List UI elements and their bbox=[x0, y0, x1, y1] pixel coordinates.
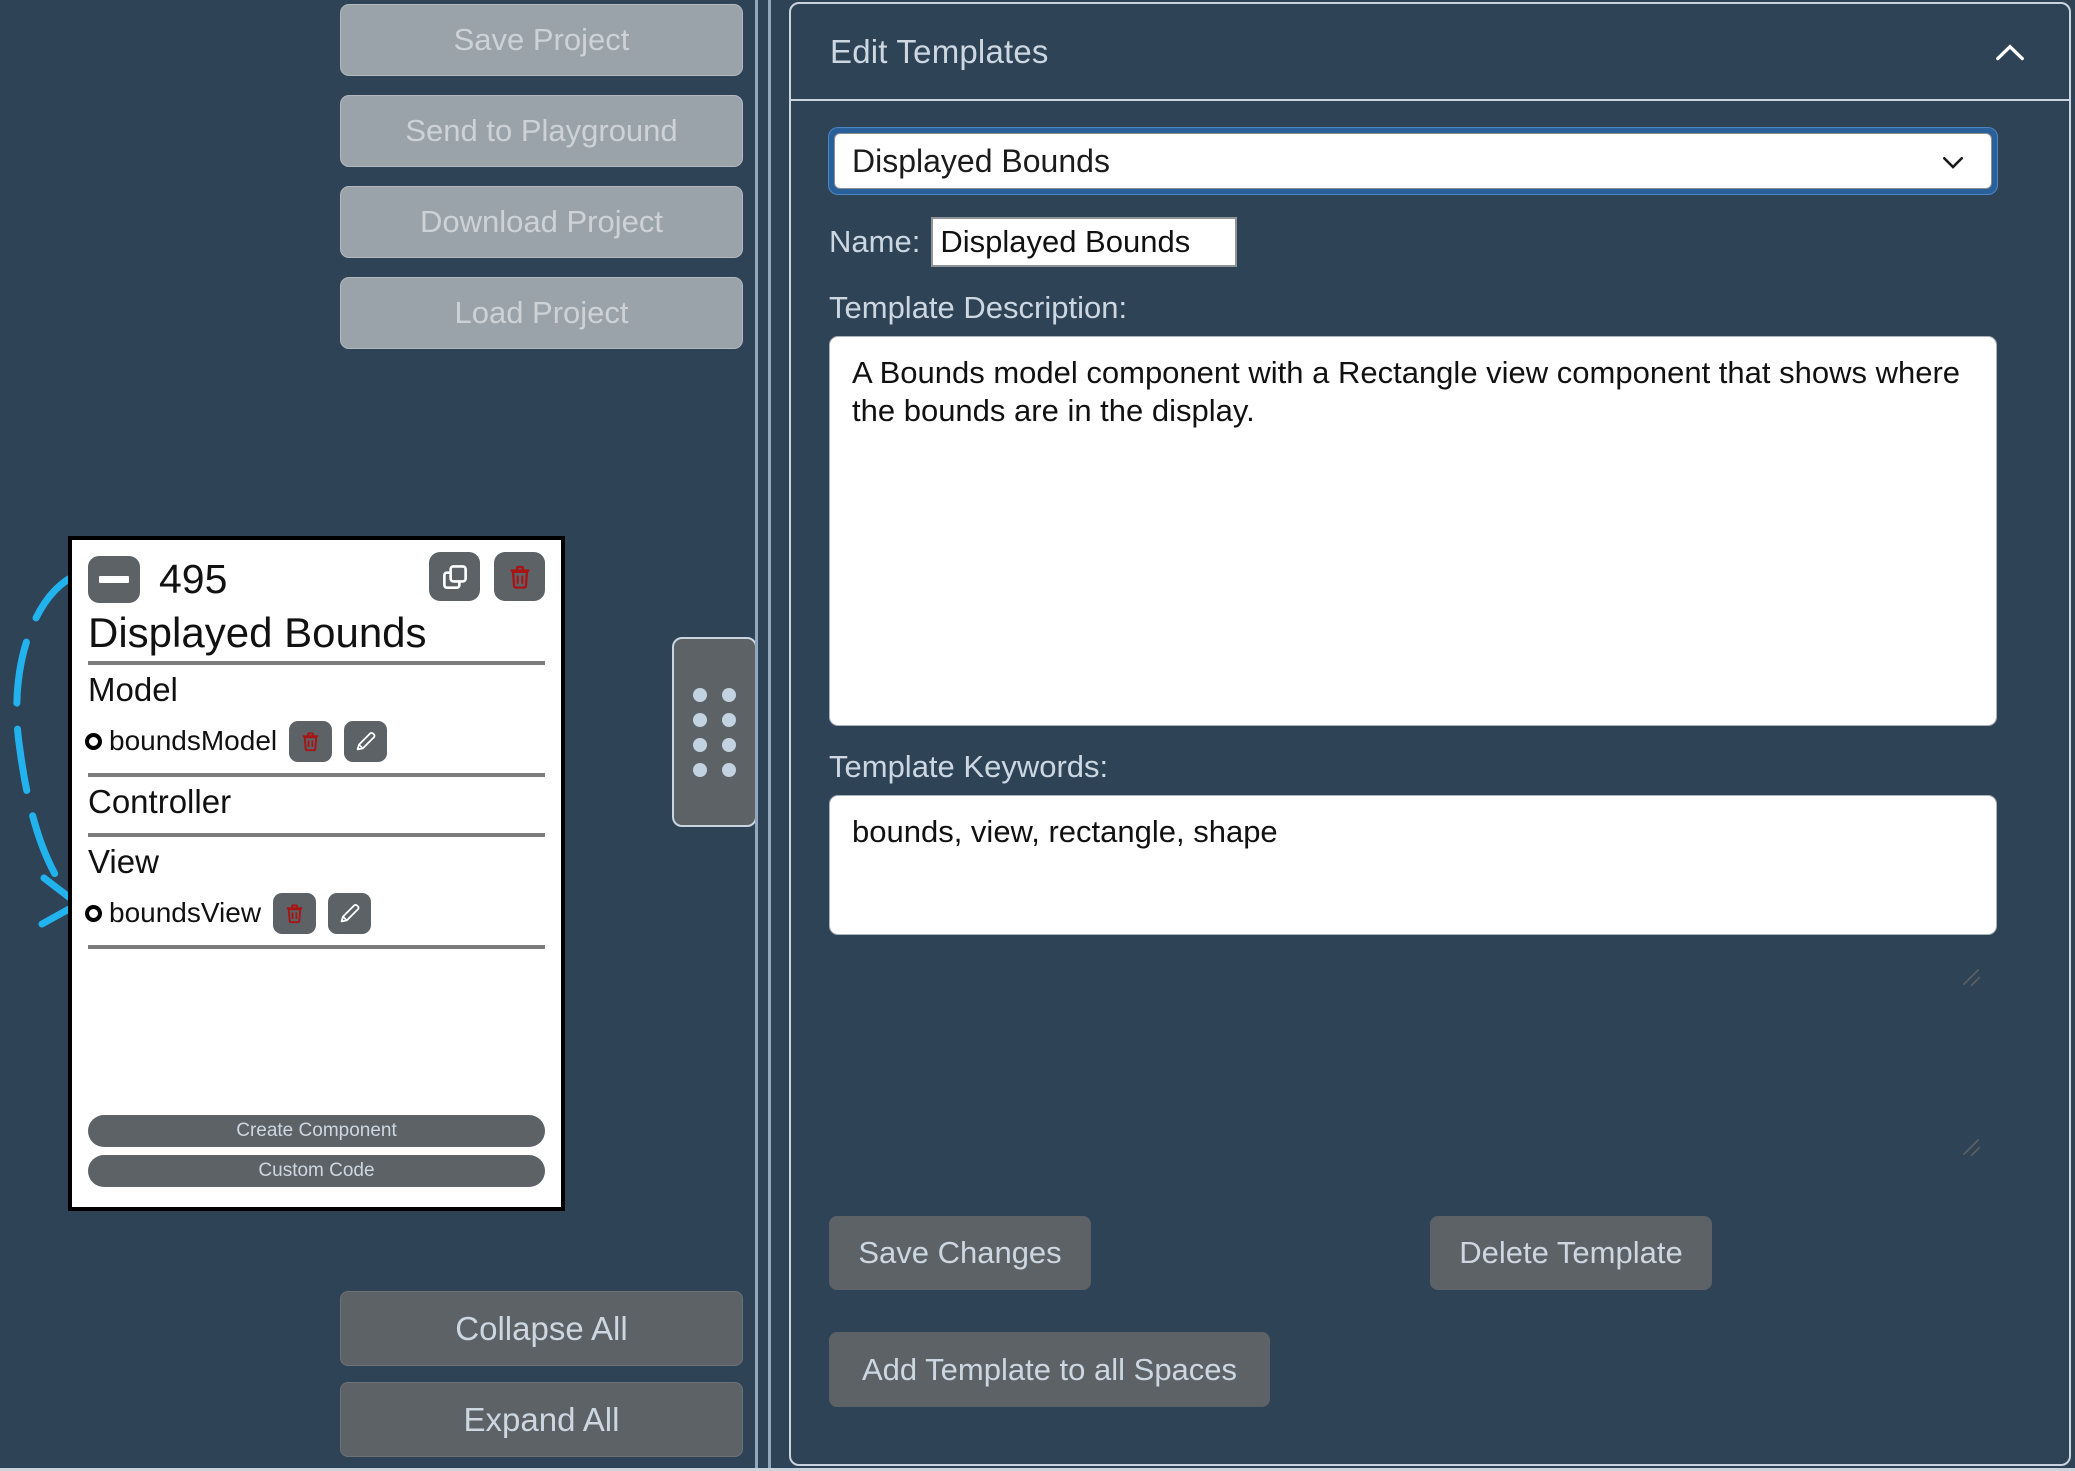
panel-resize-handle[interactable] bbox=[672, 637, 757, 827]
load-project-label: Load Project bbox=[454, 295, 629, 330]
panel-title: Edit Templates bbox=[830, 32, 1049, 70]
edit-templates-header[interactable]: Edit Templates bbox=[791, 4, 2069, 101]
send-to-playground-label: Send to Playground bbox=[405, 113, 678, 148]
download-project-button[interactable]: Download Project bbox=[340, 186, 743, 258]
chevron-up-icon[interactable] bbox=[1989, 32, 2031, 74]
minus-icon bbox=[99, 575, 129, 583]
minimize-button[interactable] bbox=[88, 555, 140, 603]
collapse-all-label: Collapse All bbox=[455, 1309, 628, 1347]
chevron-down-icon[interactable] bbox=[1937, 147, 1969, 177]
custom-code-label: Custom Code bbox=[258, 1160, 375, 1181]
delete-template-label: Delete Template bbox=[1459, 1235, 1683, 1270]
template-keywords-label: Template Keywords: bbox=[829, 749, 1109, 784]
panel-divider bbox=[768, 0, 771, 1471]
member-row-boundsmodel[interactable]: boundsModel bbox=[85, 715, 545, 767]
copy-icon bbox=[442, 564, 467, 589]
member-row-boundsview[interactable]: boundsView bbox=[85, 887, 545, 939]
delete-member-button-boundsmodel[interactable] bbox=[289, 720, 333, 762]
edit-member-button-boundsview[interactable] bbox=[328, 892, 372, 934]
load-project-button[interactable]: Load Project bbox=[340, 277, 743, 349]
collapse-all-button[interactable]: Collapse All bbox=[340, 1291, 743, 1366]
member-name-boundsmodel: boundsModel bbox=[109, 725, 278, 757]
port-handle-icon[interactable] bbox=[85, 732, 102, 750]
template-select[interactable]: Displayed Bounds bbox=[834, 133, 1992, 189]
card-bottom-buttons: Create Component Custom Code bbox=[88, 1115, 545, 1195]
send-to-playground-button[interactable]: Send to Playground bbox=[340, 95, 743, 167]
edit-member-button-boundsmodel[interactable] bbox=[344, 720, 388, 762]
card-header-actions bbox=[429, 552, 545, 601]
section-label-model: Model bbox=[88, 671, 178, 709]
section-label-view: View bbox=[88, 843, 159, 881]
download-project-label: Download Project bbox=[420, 204, 663, 239]
left-pane: Save Project Send to Playground Download… bbox=[0, 0, 762, 1471]
template-name-label: Name: bbox=[829, 224, 921, 259]
section-label-controller: Controller bbox=[88, 783, 232, 821]
add-template-to-all-spaces-button[interactable]: Add Template to all Spaces bbox=[829, 1332, 1270, 1407]
component-title: Displayed Bounds bbox=[88, 609, 427, 656]
template-select-wrapper[interactable]: Displayed Bounds bbox=[829, 128, 1997, 194]
delete-template-button[interactable]: Delete Template bbox=[1430, 1216, 1712, 1290]
grip-dots-icon bbox=[693, 687, 736, 777]
template-description-label: Template Description: bbox=[829, 290, 1128, 325]
custom-code-button[interactable]: Custom Code bbox=[88, 1155, 545, 1187]
save-project-label: Save Project bbox=[453, 22, 630, 57]
component-id: 495 bbox=[159, 555, 228, 602]
copy-button[interactable] bbox=[429, 552, 480, 601]
template-name-row: Name: bbox=[829, 217, 2031, 267]
edit-templates-body: Displayed Bounds Name: Template Descript… bbox=[791, 101, 2069, 1407]
save-project-button[interactable]: Save Project bbox=[340, 4, 743, 76]
template-name-input[interactable] bbox=[931, 217, 1238, 267]
save-changes-label: Save Changes bbox=[858, 1235, 1062, 1270]
expand-all-button[interactable]: Expand All bbox=[340, 1382, 743, 1457]
card-header: 495 bbox=[88, 550, 545, 608]
template-description-textarea[interactable] bbox=[829, 336, 1997, 726]
expand-all-label: Expand All bbox=[463, 1400, 620, 1438]
resize-grip-icon bbox=[1962, 1138, 1981, 1157]
pencil-icon bbox=[356, 732, 376, 751]
trash-icon bbox=[302, 732, 319, 752]
edit-templates-panel: Edit Templates Displayed Bounds Name: Te… bbox=[789, 2, 2071, 1466]
save-changes-button[interactable]: Save Changes bbox=[829, 1216, 1091, 1290]
port-handle-icon[interactable] bbox=[85, 904, 102, 922]
pencil-icon bbox=[340, 904, 359, 923]
panel-divider bbox=[755, 0, 758, 1471]
add-template-to-all-spaces-label: Add Template to all Spaces bbox=[861, 1351, 1238, 1387]
trash-icon bbox=[510, 565, 529, 589]
create-component-label: Create Component bbox=[236, 1120, 397, 1141]
divider bbox=[88, 945, 545, 950]
trash-icon bbox=[286, 904, 303, 924]
member-name-boundsview: boundsView bbox=[109, 897, 262, 929]
template-keywords-textarea[interactable] bbox=[829, 795, 1997, 935]
delete-component-button[interactable] bbox=[494, 552, 545, 601]
delete-member-button-boundsview[interactable] bbox=[273, 892, 317, 934]
resize-grip-icon bbox=[1962, 968, 1981, 987]
create-component-button[interactable]: Create Component bbox=[88, 1115, 545, 1147]
app-root: Save Project Send to Playground Download… bbox=[0, 0, 2075, 1471]
component-card[interactable]: 495 Displayed Bounds Model boundsModel C… bbox=[68, 536, 565, 1211]
